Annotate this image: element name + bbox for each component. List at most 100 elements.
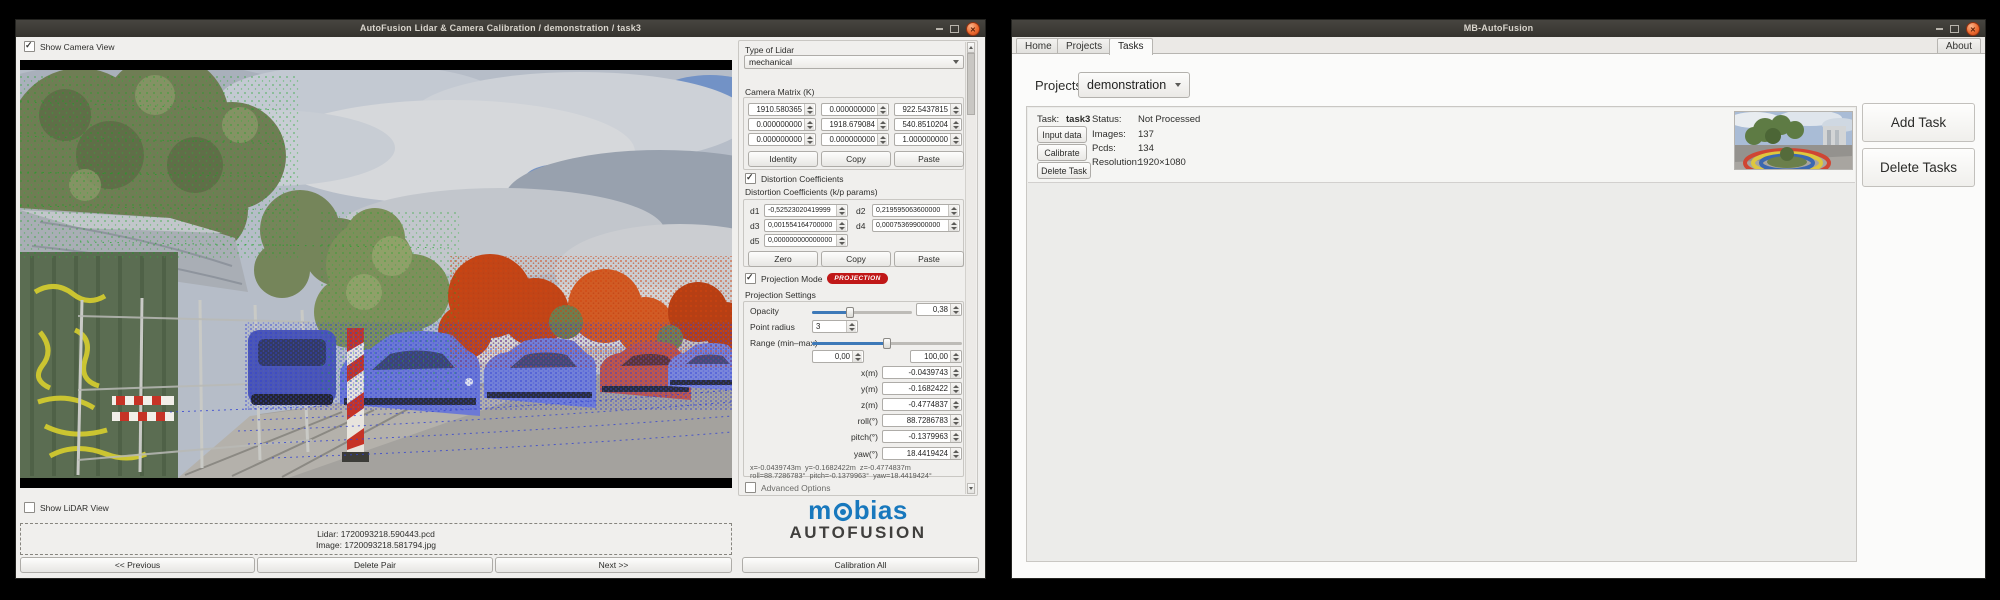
maximize-icon[interactable] [950, 25, 959, 33]
tab-tasks[interactable]: Tasks [1109, 38, 1153, 55]
distortion-copy-button[interactable]: Copy [821, 251, 891, 267]
camera-matrix-cell[interactable]: 922.5437815 [894, 103, 962, 116]
scroll-down-icon[interactable] [967, 483, 975, 494]
point-radius-field[interactable]: 3 [812, 320, 858, 333]
previous-button[interactable]: << Previous [20, 557, 255, 573]
spinner-arrows-icon[interactable] [950, 431, 960, 442]
matrix-paste-button[interactable]: Paste [894, 151, 964, 167]
spinner-arrows-icon[interactable] [836, 235, 846, 246]
d4-field[interactable]: 0,000753699000000 [872, 219, 960, 232]
matrix-identity-button[interactable]: Identity [748, 151, 818, 167]
distortion-params-label: Distortion Coefficients (k/p params) [745, 187, 878, 197]
camera-matrix-cell[interactable]: 1910.580365 [748, 103, 816, 116]
next-button[interactable]: Next >> [495, 557, 732, 573]
settings-scrollbar[interactable] [965, 42, 976, 494]
spinner-arrows-icon[interactable] [950, 367, 960, 378]
show-lidar-view-checkbox[interactable] [24, 502, 35, 513]
spinner-arrows-icon[interactable] [950, 304, 960, 315]
projection-mode-checkbox[interactable] [745, 273, 756, 284]
pose-pitch-field[interactable]: -0.1379963 [882, 430, 962, 443]
current-pair-info-box: Lidar: 1720093218.590443.pcd Image: 1720… [20, 523, 732, 555]
minimize-icon[interactable] [936, 28, 943, 30]
spinner-arrows-icon[interactable] [950, 351, 960, 362]
camera-matrix-cell[interactable]: 0.000000000 [821, 103, 889, 116]
distortion-group: d1 -0,52523020419999 d2 0,21959506360000… [743, 199, 964, 267]
camera-matrix-cell[interactable]: 0.000000000 [821, 133, 889, 146]
spinner-arrows-icon[interactable] [948, 205, 958, 216]
d1-field[interactable]: -0,52523020419999 [764, 204, 848, 217]
spinner-arrows-icon[interactable] [950, 383, 960, 394]
d3-field[interactable]: 0,001554164700000 [764, 219, 848, 232]
add-task-button[interactable]: Add Task [1862, 103, 1975, 142]
advanced-options-checkbox[interactable] [745, 482, 756, 493]
pose-z-field[interactable]: -0.4774837 [882, 398, 962, 411]
tab-about[interactable]: About [1937, 38, 1981, 53]
d2-field[interactable]: 0,219595063600000 [872, 204, 960, 217]
show-camera-view-checkbox[interactable] [24, 41, 35, 52]
spinner-arrows-icon[interactable] [846, 321, 856, 332]
camera-matrix-cell[interactable]: 540.8510204 [894, 118, 962, 131]
spinner-arrows-icon[interactable] [950, 134, 960, 145]
range-slider-handle[interactable] [883, 338, 891, 349]
range-max-field[interactable]: 100,00 [910, 350, 962, 363]
maximize-icon[interactable] [1950, 25, 1959, 33]
minimize-icon[interactable] [1936, 28, 1943, 30]
pose-x-label: x(m) [744, 368, 878, 378]
spinner-arrows-icon[interactable] [948, 220, 958, 231]
matrix-copy-button[interactable]: Copy [821, 151, 891, 167]
close-icon[interactable] [966, 22, 980, 36]
camera-matrix-cell[interactable]: 0.000000000 [748, 133, 816, 146]
project-select[interactable]: demonstration [1078, 72, 1190, 98]
scroll-up-icon[interactable] [967, 42, 975, 53]
spinner-arrows-icon[interactable] [950, 415, 960, 426]
spinner-arrows-icon[interactable] [877, 134, 887, 145]
opacity-slider-handle[interactable] [846, 307, 854, 318]
range-min-field[interactable]: 0,00 [812, 350, 864, 363]
spinner-arrows-icon[interactable] [804, 134, 814, 145]
camera-matrix-cell[interactable]: 1918.679084 [821, 118, 889, 131]
pose-yaw-label: yaw(°) [744, 449, 878, 459]
show-lidar-view-label: Show LiDAR View [40, 503, 109, 513]
scrollbar-thumb[interactable] [967, 53, 975, 115]
calibration-window-titlebar[interactable]: AutoFusion Lidar & Camera Calibration / … [16, 20, 985, 37]
calibrate-button[interactable]: Calibrate [1037, 144, 1087, 161]
lidar-type-select[interactable]: mechanical [744, 55, 964, 69]
spinner-arrows-icon[interactable] [950, 399, 960, 410]
pose-y-field[interactable]: -0.1682422 [882, 382, 962, 395]
camera-matrix-cell[interactable]: 0.000000000 [748, 118, 816, 131]
pose-yaw-field[interactable]: 18.4419424 [882, 447, 962, 460]
distortion-paste-button[interactable]: Paste [894, 251, 964, 267]
distortion-coefficients-checkbox[interactable] [745, 173, 756, 184]
spinner-arrows-icon[interactable] [950, 119, 960, 130]
spinner-arrows-icon[interactable] [852, 351, 862, 362]
task-row[interactable]: Task: task3 Input data Calibrate Delete … [1028, 108, 1855, 183]
close-icon[interactable] [1966, 22, 1980, 36]
spinner-arrows-icon[interactable] [836, 205, 846, 216]
delete-pair-button[interactable]: Delete Pair [257, 557, 493, 573]
pose-x-field[interactable]: -0.0439743 [882, 366, 962, 379]
resolution-value: 1920×1080 [1138, 157, 1186, 168]
range-slider[interactable] [812, 342, 962, 345]
camera-matrix-cell[interactable]: 1.000000000 [894, 133, 962, 146]
input-data-button[interactable]: Input data [1037, 126, 1087, 143]
spinner-arrows-icon[interactable] [950, 104, 960, 115]
pose-roll-field[interactable]: 88.7286783 [882, 414, 962, 427]
calibration-all-button[interactable]: Calibration All [742, 557, 979, 573]
opacity-field[interactable]: 0,38 [916, 303, 962, 316]
mb-autofusion-titlebar[interactable]: MB-AutoFusion [1012, 20, 1985, 37]
tab-home[interactable]: Home [1016, 38, 1061, 53]
spinner-arrows-icon[interactable] [804, 119, 814, 130]
d5-field[interactable]: 0,000000000000000 [764, 234, 848, 247]
delete-task-button[interactable]: Delete Task [1037, 162, 1091, 179]
tab-projects[interactable]: Projects [1057, 38, 1111, 53]
spinner-arrows-icon[interactable] [877, 104, 887, 115]
spinner-arrows-icon[interactable] [804, 104, 814, 115]
lidar-projection-scene [20, 60, 732, 488]
opacity-slider[interactable] [812, 311, 912, 314]
spinner-arrows-icon[interactable] [836, 220, 846, 231]
spinner-arrows-icon[interactable] [950, 448, 960, 459]
show-camera-view-label: Show Camera View [40, 42, 115, 52]
spinner-arrows-icon[interactable] [877, 119, 887, 130]
delete-tasks-button[interactable]: Delete Tasks [1862, 148, 1975, 187]
distortion-zero-button[interactable]: Zero [748, 251, 818, 267]
